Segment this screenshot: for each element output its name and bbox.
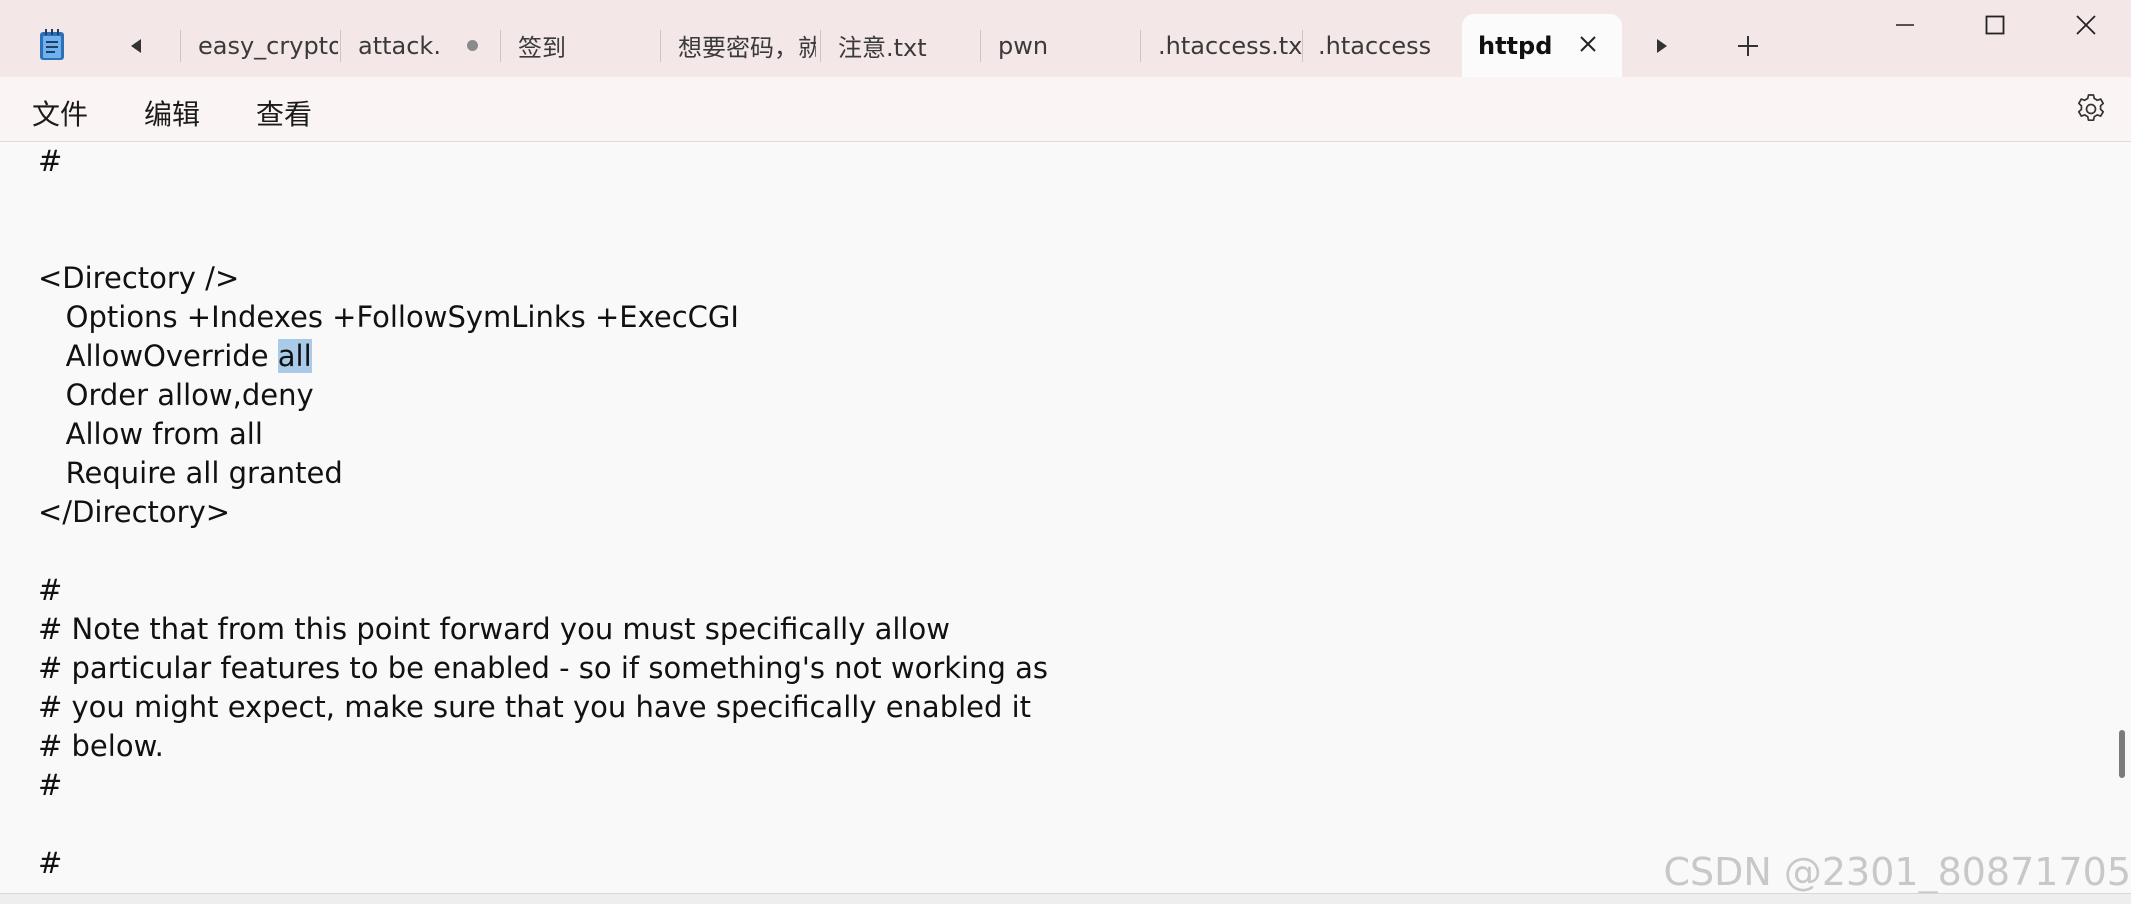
editor-line: # you might expect, make sure that you h… bbox=[38, 690, 1032, 724]
tab-label: pwn bbox=[998, 31, 1049, 60]
tab-divider bbox=[660, 30, 661, 62]
tab-label: 想要密码，就 bbox=[678, 34, 816, 62]
caret-left-icon bbox=[131, 39, 141, 53]
tab-divider bbox=[980, 30, 981, 62]
maximize-icon bbox=[1985, 15, 2005, 35]
tab-label: .htaccess bbox=[1318, 31, 1432, 60]
text-selection: all bbox=[277, 339, 312, 373]
tab-qiandao[interactable]: 签到 bbox=[502, 14, 658, 77]
editor-line: Options +Indexes +FollowSymLinks +ExecCG… bbox=[38, 300, 739, 334]
title-bar: easy_crypto. attack. 签到 想要密码，就 注意.txt pw… bbox=[0, 0, 2131, 77]
status-bar bbox=[0, 893, 2131, 904]
unsaved-dot-icon bbox=[467, 40, 478, 51]
vertical-scrollbar-thumb[interactable] bbox=[2119, 730, 2125, 778]
tab-label: attack. bbox=[358, 31, 441, 60]
gear-icon[interactable] bbox=[2075, 93, 2107, 125]
tab-divider bbox=[340, 30, 341, 62]
editor-line-text: AllowOverride bbox=[38, 339, 278, 373]
editor-line: # Note that from this point forward you … bbox=[38, 612, 950, 646]
tab-label: 注意.txt bbox=[838, 34, 927, 62]
editor-line: # below. bbox=[38, 729, 164, 763]
minimize-icon bbox=[1896, 24, 1914, 26]
editor-line: # particular features to be enabled - so… bbox=[38, 651, 1049, 685]
tab-attack[interactable]: attack. bbox=[342, 14, 492, 77]
tab-label: easy_crypto. bbox=[198, 31, 338, 60]
menu-file[interactable]: 文件 bbox=[32, 93, 88, 133]
editor-line: Order allow,deny bbox=[38, 378, 314, 412]
menu-bar: 文件 编辑 查看 bbox=[0, 77, 2131, 142]
menu-edit[interactable]: 编辑 bbox=[144, 93, 200, 133]
close-tab-button[interactable] bbox=[1572, 28, 1604, 60]
new-tab-button[interactable] bbox=[1726, 24, 1770, 68]
close-window-button[interactable] bbox=[2041, 0, 2131, 50]
tab-zhuyi[interactable]: 注意.txt bbox=[822, 14, 978, 77]
tab-htaccess-txt[interactable]: .htaccess.txt bbox=[1142, 14, 1302, 77]
minimize-button[interactable] bbox=[1860, 0, 1950, 50]
editor-line: # bbox=[38, 846, 63, 880]
close-icon bbox=[2076, 15, 2096, 35]
tab-pwn[interactable]: pwn bbox=[982, 14, 1138, 77]
tab-easy-crypto[interactable]: easy_crypto. bbox=[182, 14, 338, 77]
editor-line: # bbox=[38, 768, 63, 802]
plus-icon bbox=[1738, 36, 1758, 56]
editor-line: </Directory> bbox=[38, 495, 231, 529]
editor-line: AllowOverride all bbox=[38, 337, 312, 376]
editor-line: # bbox=[38, 573, 63, 607]
tab-label: .htaccess.txt bbox=[1158, 31, 1302, 60]
tab-xiangyaomima[interactable]: 想要密码，就 bbox=[662, 14, 816, 77]
tab-htaccess[interactable]: .htaccess bbox=[1302, 14, 1462, 77]
maximize-button[interactable] bbox=[1950, 0, 2040, 50]
tab-divider bbox=[820, 30, 821, 62]
scroll-tabs-right-button[interactable] bbox=[1640, 24, 1684, 68]
menu-view[interactable]: 查看 bbox=[256, 93, 312, 133]
watermark: CSDN @2301_80871705 bbox=[1663, 850, 2131, 894]
editor-line: <Directory /> bbox=[38, 261, 240, 295]
editor-line: Allow from all bbox=[38, 417, 263, 451]
tab-divider bbox=[500, 30, 501, 62]
tab-divider bbox=[1140, 30, 1141, 62]
text-editor[interactable]: # <Directory /> Options +Indexes +Follow… bbox=[0, 142, 2131, 894]
scroll-tabs-left-button[interactable] bbox=[114, 24, 158, 68]
caret-right-icon bbox=[1657, 39, 1667, 53]
tab-label: httpd bbox=[1478, 31, 1553, 60]
tab-divider bbox=[180, 30, 181, 62]
close-icon bbox=[1580, 36, 1596, 52]
tab-label: 签到 bbox=[518, 34, 566, 62]
editor-line: Require all granted bbox=[38, 456, 343, 490]
editor-line: # bbox=[38, 144, 63, 178]
tab-httpd[interactable]: httpd bbox=[1462, 14, 1622, 77]
notepad-icon bbox=[40, 29, 64, 60]
